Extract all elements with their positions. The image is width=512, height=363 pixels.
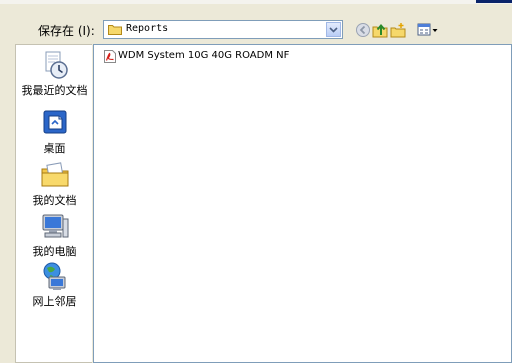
desktop-icon	[43, 110, 66, 134]
file-list[interactable]: WDM System 10G 40G ROADM NF	[93, 44, 512, 363]
folder-icon	[108, 25, 122, 35]
place-label: 我最近的文档	[21, 84, 88, 97]
views-menu-icon[interactable]	[417, 22, 439, 38]
place-recent-documents[interactable]: 我最近的文档	[16, 49, 93, 98]
my-computer-icon	[42, 214, 68, 238]
place-my-documents[interactable]: 我的文档	[16, 159, 93, 208]
look-in-dropdown[interactable]: Reports	[103, 20, 343, 39]
look-in-dropdown-button[interactable]	[326, 22, 341, 37]
title-bar-fragment	[476, 0, 512, 3]
chevron-down-icon	[329, 27, 338, 33]
look-in-value: Reports	[126, 23, 169, 34]
places-bar: 我最近的文档 桌面 我的文档 我的电脑 网上邻居	[15, 44, 92, 363]
back-arrow-icon[interactable]	[355, 22, 371, 38]
look-in-label: 保存在 (I):	[38, 24, 95, 38]
place-label: 我的文档	[32, 194, 77, 207]
create-new-folder-icon[interactable]	[390, 22, 406, 38]
file-name: WDM System 10G 40G ROADM NF	[118, 50, 290, 61]
place-desktop[interactable]: 桌面	[16, 107, 93, 156]
network-places-icon	[43, 262, 65, 290]
recent-documents-icon	[45, 51, 68, 79]
up-one-level-icon[interactable]	[372, 22, 388, 38]
place-label: 桌面	[43, 142, 66, 155]
place-label: 我的电脑	[32, 245, 77, 258]
place-label: 网上邻居	[32, 295, 77, 308]
window-top-edge	[0, 0, 512, 4]
my-documents-icon	[41, 162, 68, 187]
pdf-file-icon	[104, 50, 116, 63]
place-my-computer[interactable]: 我的电脑	[16, 210, 93, 259]
place-network-places[interactable]: 网上邻居	[16, 260, 93, 309]
